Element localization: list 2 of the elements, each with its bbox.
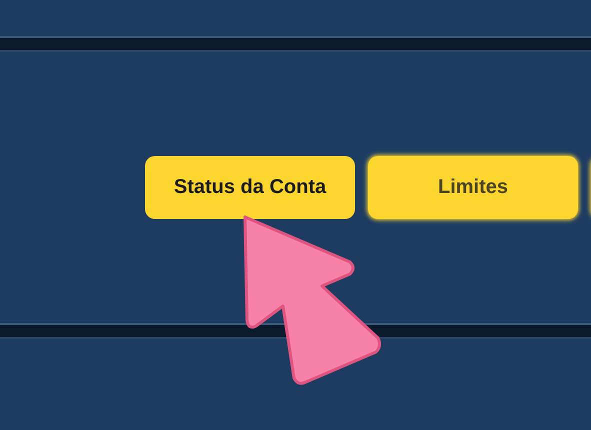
tab-button[interactable]: Status da Conta (145, 156, 355, 219)
tab-button[interactable]: Limites (368, 156, 578, 219)
